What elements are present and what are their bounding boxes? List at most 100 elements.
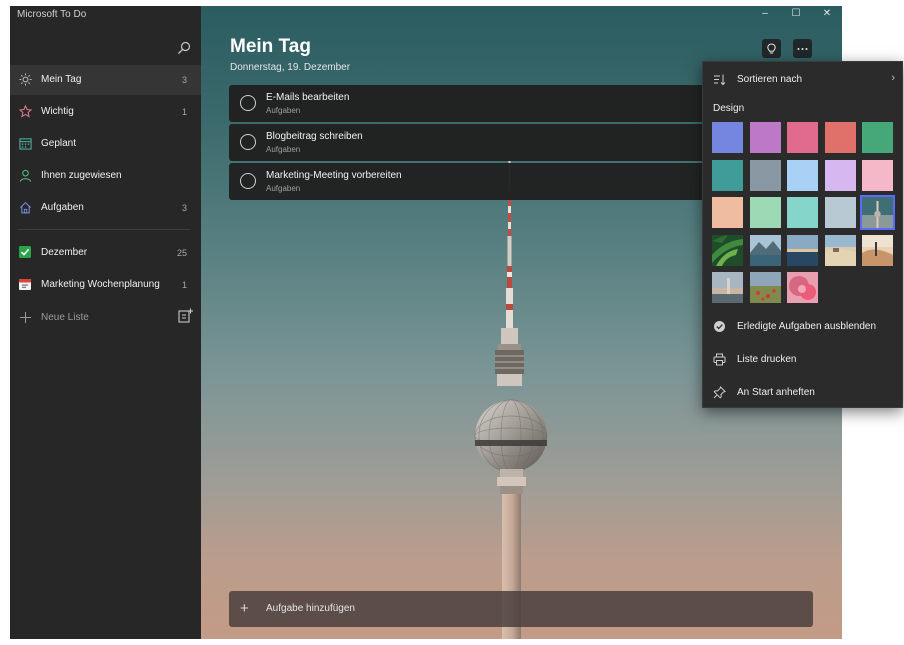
new-list-button[interactable]: Neue Liste: [10, 304, 201, 330]
sidebar-divider: [18, 229, 190, 230]
minimize-button[interactable]: –: [754, 6, 776, 20]
more-dots-icon: [797, 47, 808, 50]
sidebar-item-label: Geplant: [41, 138, 77, 149]
theme-color-swatch[interactable]: [787, 197, 818, 228]
theme-color-swatch[interactable]: [862, 159, 893, 191]
task-list-name: Aufgaben: [266, 106, 301, 115]
menu-item-label: Erledigte Aufgaben ausblenden: [737, 321, 877, 332]
palm-leaves-image: [712, 234, 743, 266]
theme-color-swatch[interactable]: [862, 122, 893, 153]
sidebar-item-aufgaben[interactable]: Aufgaben 3: [10, 193, 201, 223]
sidebar-item-label: Dezember: [41, 247, 88, 258]
close-button[interactable]: ✕: [816, 6, 838, 20]
check-circle-icon: [714, 321, 725, 332]
new-group-button[interactable]: [178, 308, 193, 323]
sidebar-item-dezember[interactable]: Dezember 25: [10, 238, 201, 268]
task-list-name: Aufgaben: [266, 184, 301, 193]
theme-image-swatch-tower-image[interactable]: [860, 195, 895, 230]
sidebar-item-label: Wichtig: [41, 106, 74, 117]
menu-item-label: Liste drucken: [737, 354, 797, 365]
suggestions-button[interactable]: [762, 39, 781, 58]
app-title: Microsoft To Do: [17, 9, 87, 20]
person-icon: [18, 168, 32, 182]
theme-color-swatch[interactable]: [712, 197, 743, 228]
theme-image-swatch-mountain-lake-image[interactable]: [749, 234, 781, 266]
theme-color-swatch[interactable]: [749, 122, 781, 153]
theme-swatch-grid: [712, 122, 897, 307]
theme-image-swatch-beach-image[interactable]: [824, 234, 856, 266]
search-icon: [178, 41, 191, 54]
theme-image-swatch-desert-dunes-image[interactable]: [862, 234, 893, 266]
sort-icon: [714, 74, 726, 86]
theme-color-swatch[interactable]: [712, 159, 743, 191]
sidebar-item-mein-tag[interactable]: Mein Tag 3: [10, 65, 201, 95]
sidebar-item-count: 1: [181, 107, 187, 117]
theme-image-swatch-lighthouse-image[interactable]: [712, 272, 743, 303]
task-item[interactable]: Marketing-Meeting vorbereiten Aufgaben: [229, 163, 749, 200]
desert-dunes-image: [862, 234, 893, 266]
sidebar-item-label: Mein Tag: [41, 74, 82, 85]
ocean-sunset-image: [787, 234, 818, 266]
sidebar-item-ihnen-zugewiesen[interactable]: Ihnen zugewiesen: [10, 161, 201, 191]
theme-color-swatch[interactable]: [787, 159, 818, 191]
theme-color-swatch[interactable]: [712, 122, 743, 153]
theme-image-swatch-ocean-sunset-image[interactable]: [787, 234, 818, 266]
more-options-button[interactable]: [793, 39, 812, 58]
window-controls: – ☐ ✕: [742, 6, 842, 20]
task-complete-circle[interactable]: [240, 95, 256, 111]
sun-icon: [18, 72, 32, 86]
design-section-label: Design: [713, 103, 745, 114]
sidebar: Microsoft To Do Mein Tag 3 Wichtig 1 Gep…: [10, 6, 201, 639]
task-complete-circle[interactable]: [240, 173, 256, 189]
sidebar-item-label: Aufgaben: [41, 202, 84, 213]
task-item[interactable]: E-Mails bearbeiten Aufgaben: [229, 85, 749, 122]
lightbulb-icon: [767, 42, 776, 53]
menu-item-sort[interactable]: Sortieren nach ›: [703, 67, 902, 93]
task-list-name: Aufgaben: [266, 145, 301, 154]
add-task-input[interactable]: + Aufgabe hinzufügen: [229, 591, 813, 627]
sidebar-item-count: 3: [181, 75, 187, 85]
theme-color-swatch[interactable]: [749, 159, 781, 191]
poppy-field-image: [749, 272, 781, 303]
pink-flower-image: [787, 272, 818, 303]
theme-color-swatch[interactable]: [824, 197, 856, 228]
menu-item-hide-completed[interactable]: Erledigte Aufgaben ausblenden: [703, 314, 902, 340]
menu-item-pin-to-start[interactable]: An Start anheften: [703, 380, 902, 406]
lighthouse-image: [712, 272, 743, 303]
theme-color-swatch[interactable]: [824, 122, 856, 153]
sidebar-item-count: 3: [181, 203, 187, 213]
task-title: Marketing-Meeting vorbereiten: [266, 170, 402, 181]
sidebar-item-label: Marketing Wochenplanung: [41, 279, 160, 290]
page-subtitle: Donnerstag, 19. Dezember: [230, 62, 351, 73]
pin-icon: [713, 386, 726, 399]
beach-image: [824, 234, 856, 266]
calendar-icon: [18, 136, 32, 150]
theme-image-swatch-pink-flower-image[interactable]: [787, 272, 818, 303]
sidebar-item-wichtig[interactable]: Wichtig 1: [10, 97, 201, 127]
chevron-right-icon: ›: [891, 72, 895, 84]
theme-color-swatch[interactable]: [787, 122, 818, 153]
theme-image-swatch-palm-leaves-image[interactable]: [712, 234, 743, 266]
list-options-menu: Sortieren nach › Design Erledigte Aufgab…: [702, 61, 903, 408]
add-task-placeholder: Aufgabe hinzufügen: [266, 603, 355, 614]
task-title: Blogbeitrag schreiben: [266, 131, 363, 142]
new-list-label: Neue Liste: [41, 312, 89, 323]
checkbox-emoji-icon: [18, 245, 32, 259]
sidebar-item-geplant[interactable]: Geplant: [10, 129, 201, 159]
task-complete-circle[interactable]: [240, 134, 256, 150]
search-button[interactable]: [176, 40, 192, 56]
add-group-icon: [178, 308, 193, 323]
theme-image-swatch-poppy-field-image[interactable]: [749, 272, 781, 303]
theme-color-swatch[interactable]: [824, 159, 856, 191]
sidebar-item-count: 1: [181, 280, 187, 290]
sidebar-item-marketing-wochenplanung[interactable]: Marketing Wochenplanung 1: [10, 270, 201, 300]
theme-color-swatch[interactable]: [749, 197, 781, 228]
menu-item-print-list[interactable]: Liste drucken: [703, 347, 902, 373]
task-item[interactable]: Blogbeitrag schreiben Aufgaben: [229, 124, 749, 161]
plus-icon: +: [240, 600, 249, 617]
calendar-emoji-icon: [18, 277, 32, 291]
page-title: Mein Tag: [230, 36, 311, 57]
maximize-button[interactable]: ☐: [785, 6, 807, 20]
plus-icon: [18, 310, 32, 324]
home-icon: [18, 200, 32, 214]
